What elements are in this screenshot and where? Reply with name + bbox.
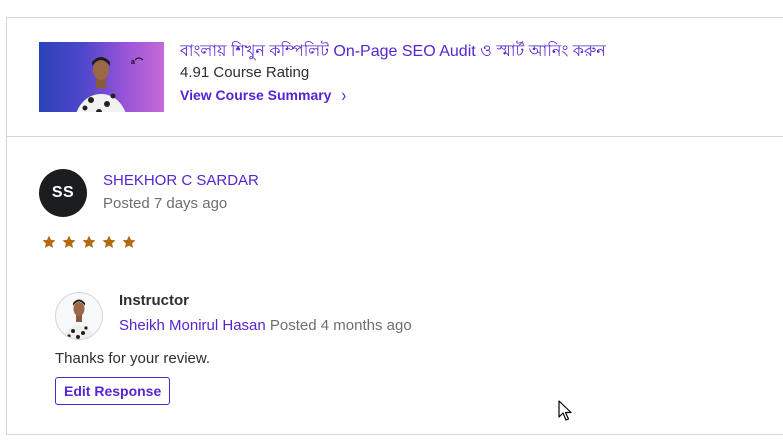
star-icon <box>41 234 57 250</box>
divider <box>6 136 783 137</box>
instructor-byline: Sheikh Monirul Hasan Posted 4 months ago <box>119 317 412 334</box>
instructor-avatar <box>55 292 103 340</box>
instructor-response-text: Thanks for your review. <box>55 350 211 367</box>
instructor-name[interactable]: Sheikh Monirul Hasan <box>119 317 266 334</box>
review-posted-time: Posted 7 days ago <box>103 195 228 212</box>
reviewer-name: SHEKHOR C SARDAR <box>103 172 259 189</box>
view-course-summary-label: View Course Summary <box>180 87 332 103</box>
svg-text:a: a <box>131 59 135 66</box>
instructor-photo-icon <box>63 299 95 339</box>
mouse-cursor-icon <box>558 400 572 421</box>
star-icon <box>61 234 77 250</box>
view-course-summary-link[interactable]: View Course Summary › <box>180 84 347 106</box>
edit-response-button[interactable]: Edit Response <box>55 377 171 405</box>
course-thumbnail[interactable]: a <box>39 42 164 112</box>
avatar-initials: SS <box>51 184 75 201</box>
star-icon <box>121 234 137 250</box>
instructor-photo-icon: a <box>76 57 144 112</box>
instructor-posted-time: Posted 4 months ago <box>269 317 412 334</box>
reviewer-avatar: SS <box>39 169 87 217</box>
star-rating <box>41 234 137 250</box>
instructor-label: Instructor <box>119 292 190 309</box>
star-icon <box>101 234 117 250</box>
star-icon <box>81 234 97 250</box>
course-rating: 4.91 Course Rating <box>180 64 310 81</box>
chevron-right-icon: › <box>341 84 347 106</box>
course-title[interactable]: বাংলায় শিখুন কম্পিলিট On-Page SEO Audit… <box>180 38 606 65</box>
